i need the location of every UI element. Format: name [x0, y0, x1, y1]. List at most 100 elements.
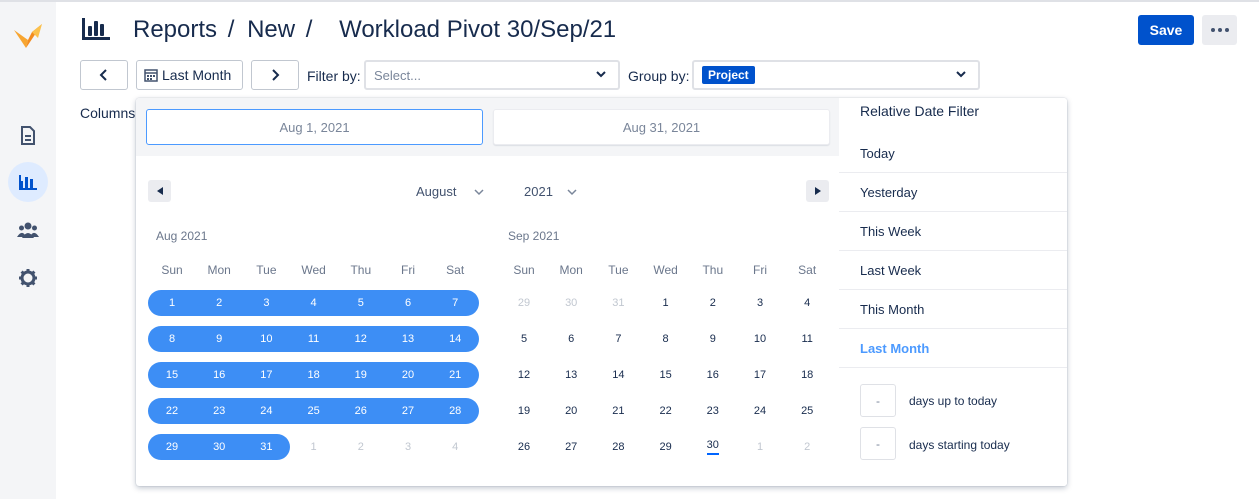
- calendar-day[interactable]: 3: [242, 290, 291, 316]
- calendar-day[interactable]: 13: [384, 326, 432, 352]
- calendar-day[interactable]: 20: [384, 362, 432, 388]
- next-month-button[interactable]: [806, 180, 829, 202]
- year-select[interactable]: 2021: [524, 184, 581, 199]
- calendar-day[interactable]: 2: [689, 290, 737, 316]
- calendar-day[interactable]: 10: [242, 326, 291, 352]
- calendar-day[interactable]: 16: [689, 362, 737, 388]
- calendar-day[interactable]: 18: [289, 362, 338, 388]
- calendar-day[interactable]: 26: [500, 434, 548, 460]
- sidebar-item-settings[interactable]: [8, 258, 48, 298]
- calendar-day[interactable]: 17: [242, 362, 291, 388]
- calendar-day[interactable]: 12: [336, 326, 385, 352]
- calendar-day[interactable]: 29: [500, 290, 548, 316]
- relative-filter-last-week[interactable]: Last Week: [839, 251, 1067, 290]
- calendar-day[interactable]: 1: [642, 290, 690, 316]
- calendar-day[interactable]: 31: [242, 434, 291, 460]
- calendar-day[interactable]: 21: [594, 398, 642, 424]
- calendar-day[interactable]: 9: [195, 326, 244, 352]
- calendar-day[interactable]: 2: [783, 434, 831, 460]
- calendar-day[interactable]: 6: [547, 326, 595, 352]
- calendar-day[interactable]: 3: [384, 434, 432, 460]
- calendar-day[interactable]: 23: [689, 398, 737, 424]
- calendar-day[interactable]: 20: [547, 398, 595, 424]
- save-button[interactable]: Save: [1138, 15, 1194, 45]
- calendar-day[interactable]: 2: [195, 290, 244, 316]
- calendar-day[interactable]: 19: [500, 398, 548, 424]
- breadcrumb-new[interactable]: New: [247, 16, 295, 43]
- calendar-day[interactable]: 11: [783, 326, 831, 352]
- calendar-day[interactable]: 15: [148, 362, 196, 388]
- calendar-day[interactable]: 18: [783, 362, 831, 388]
- calendar-day[interactable]: 22: [148, 398, 196, 424]
- relative-filter-this-month[interactable]: This Month: [839, 290, 1067, 329]
- calendar-day[interactable]: 8: [148, 326, 196, 352]
- calendar-day[interactable]: 22: [642, 398, 690, 424]
- calendar-day[interactable]: 10: [736, 326, 784, 352]
- app-logo-icon[interactable]: [12, 20, 44, 52]
- month-select[interactable]: August: [416, 184, 485, 199]
- previous-period-button[interactable]: [80, 60, 128, 90]
- calendar-day[interactable]: 1: [290, 434, 338, 460]
- days-up-to-today-input[interactable]: -: [860, 384, 896, 417]
- calendar-day[interactable]: 23: [195, 398, 244, 424]
- calendar-day[interactable]: 5: [336, 290, 385, 316]
- filter-select[interactable]: Select...: [364, 60, 620, 90]
- end-date-input[interactable]: Aug 31, 2021: [493, 109, 830, 145]
- next-period-button[interactable]: [251, 60, 299, 90]
- calendar-day[interactable]: 14: [431, 326, 480, 352]
- calendar-day[interactable]: 17: [736, 362, 784, 388]
- relative-filter-this-week[interactable]: This Week: [839, 212, 1067, 251]
- calendar-day[interactable]: 15: [642, 362, 690, 388]
- calendar-day[interactable]: 21: [431, 362, 480, 388]
- relative-filter-yesterday[interactable]: Yesterday: [839, 173, 1067, 212]
- calendar-day[interactable]: 28: [594, 434, 642, 460]
- calendar-day[interactable]: 5: [500, 326, 548, 352]
- calendar-day[interactable]: 6: [384, 290, 432, 316]
- previous-month-button[interactable]: [148, 180, 171, 202]
- relative-filter-today[interactable]: Today: [839, 134, 1067, 173]
- calendar-day[interactable]: 29: [148, 434, 196, 460]
- group-tag[interactable]: Project: [702, 66, 755, 84]
- calendar-day[interactable]: 19: [336, 362, 385, 388]
- date-range-button[interactable]: Last Month: [136, 60, 243, 90]
- calendar-day[interactable]: 24: [242, 398, 291, 424]
- calendar-day[interactable]: 7: [431, 290, 480, 316]
- calendar-day[interactable]: 11: [289, 326, 338, 352]
- calendar-day[interactable]: 25: [289, 398, 338, 424]
- days-starting-today-input[interactable]: -: [860, 427, 896, 460]
- calendar-day[interactable]: 1: [148, 290, 196, 316]
- calendar-day[interactable]: 30: [547, 290, 595, 316]
- calendar-day[interactable]: 26: [336, 398, 385, 424]
- sidebar-item-documents[interactable]: [8, 116, 48, 156]
- calendar-day[interactable]: 14: [594, 362, 642, 388]
- calendar-day[interactable]: 25: [783, 398, 831, 424]
- calendar-day[interactable]: 3: [736, 290, 784, 316]
- calendar-day[interactable]: 27: [547, 434, 595, 460]
- more-options-button[interactable]: [1202, 15, 1237, 45]
- sidebar-item-reports[interactable]: [8, 162, 48, 202]
- calendar-day[interactable]: 12: [500, 362, 548, 388]
- calendar-day[interactable]: 1: [736, 434, 784, 460]
- group-by-select[interactable]: Project: [692, 60, 980, 90]
- calendar-day[interactable]: 4: [289, 290, 338, 316]
- calendar-day[interactable]: 30: [195, 434, 244, 460]
- sidebar-item-users[interactable]: [8, 210, 48, 250]
- calendar-day[interactable]: 24: [736, 398, 784, 424]
- relative-filter-last-month[interactable]: Last Month: [839, 329, 1067, 368]
- calendar-day[interactable]: 30: [689, 434, 737, 460]
- calendar-day[interactable]: 29: [642, 434, 690, 460]
- calendar-day[interactable]: 2: [337, 434, 385, 460]
- breadcrumb-reports[interactable]: Reports: [133, 16, 217, 43]
- calendar-day[interactable]: 7: [594, 326, 642, 352]
- calendar-day[interactable]: 9: [689, 326, 737, 352]
- calendar-day[interactable]: 13: [547, 362, 595, 388]
- calendar-day[interactable]: 4: [431, 434, 479, 460]
- calendar-day[interactable]: 16: [195, 362, 244, 388]
- start-date-input[interactable]: Aug 1, 2021: [146, 109, 483, 145]
- calendar-day[interactable]: 27: [384, 398, 432, 424]
- report-name[interactable]: Workload Pivot 30/Sep/21: [339, 16, 616, 43]
- calendar-day[interactable]: 28: [431, 398, 480, 424]
- calendar-day[interactable]: 4: [783, 290, 831, 316]
- calendar-day[interactable]: 31: [594, 290, 642, 316]
- calendar-day[interactable]: 8: [642, 326, 690, 352]
